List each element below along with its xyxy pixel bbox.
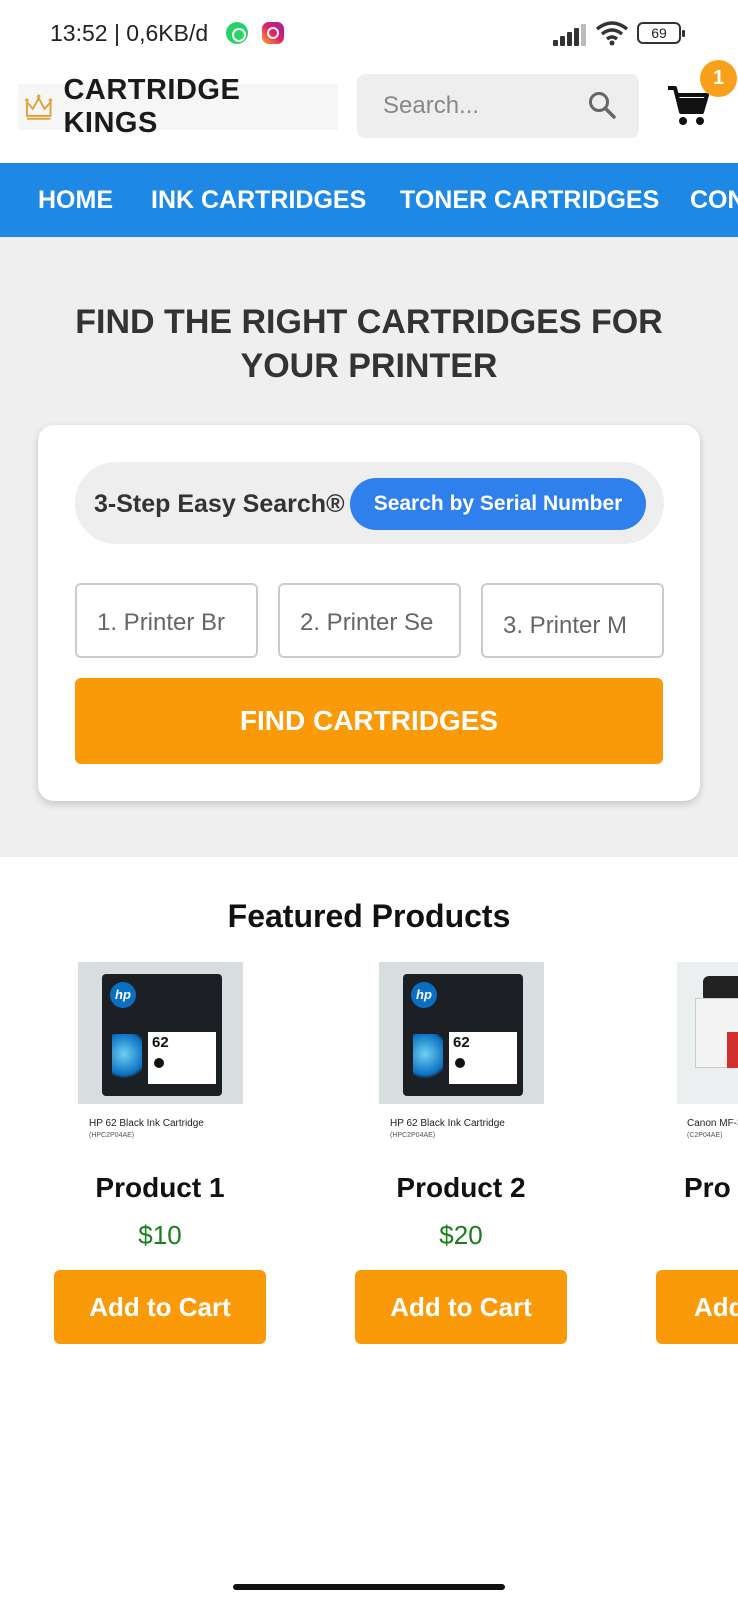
signal-icon bbox=[553, 24, 587, 46]
find-cartridges-button[interactable]: FIND CARTRIDGES bbox=[75, 678, 663, 764]
battery-indicator: 69 bbox=[637, 22, 685, 44]
product-card: hp 62 HP 62 Black Ink Cartridge (HPC2P04… bbox=[54, 962, 314, 1362]
easy-search-label[interactable]: 3-Step Easy Search® bbox=[94, 490, 345, 519]
printer-series-select[interactable]: 2. Printer Se bbox=[278, 583, 461, 658]
canon-label-icon bbox=[727, 1032, 738, 1068]
featured-products-title: Featured Products bbox=[227, 898, 511, 934]
cart-count-badge: 1 bbox=[700, 60, 737, 97]
add-to-cart-button[interactable]: Add to Cart bbox=[355, 1270, 567, 1344]
ink-splash-icon bbox=[112, 1034, 142, 1084]
product-caption: HP 62 Black Ink Cartridge bbox=[390, 1118, 505, 1129]
search-by-serial-button[interactable]: Search by Serial Number bbox=[350, 478, 646, 530]
search-icon[interactable] bbox=[587, 90, 617, 120]
product-name[interactable]: Pro bbox=[684, 1172, 731, 1204]
nav-item-ink-cartridges[interactable]: INK CARTRIDGES bbox=[151, 163, 366, 237]
main-nav: HOME INK CARTRIDGES TONER CARTRIDGES CON bbox=[0, 163, 738, 237]
product-caption: HP 62 Black Ink Cartridge bbox=[89, 1118, 204, 1129]
black-ink-dot-icon bbox=[455, 1058, 465, 1068]
cartridge-package-icon: hp 62 bbox=[102, 974, 222, 1096]
printer-model-select-text: 3. Printer M bbox=[503, 612, 628, 639]
status-time: 13:52 | 0,6KB/d bbox=[50, 20, 209, 46]
product-card: Canon MF-3 (C2P04AE) Pro Add bbox=[656, 962, 738, 1362]
package-label: 62 bbox=[148, 1032, 216, 1084]
product-price: $10 bbox=[138, 1220, 182, 1250]
product-name[interactable]: Product 2 bbox=[355, 1172, 567, 1204]
product-caption: Canon MF-3 bbox=[687, 1118, 738, 1129]
product-sku: (C2P04AE) bbox=[687, 1132, 723, 1139]
cartridge-package-icon: hp 62 bbox=[403, 974, 523, 1096]
package-number: 62 bbox=[152, 1034, 169, 1051]
product-name[interactable]: Product 1 bbox=[54, 1172, 266, 1204]
wifi-icon bbox=[595, 21, 629, 46]
add-to-cart-button[interactable]: Add bbox=[656, 1270, 738, 1344]
search-bar[interactable] bbox=[357, 74, 639, 138]
product-image[interactable] bbox=[677, 962, 738, 1104]
product-sku: (HPC2P04AE) bbox=[89, 1132, 135, 1139]
product-price: $20 bbox=[439, 1220, 483, 1250]
printer-brand-select-text: 1. Printer Br bbox=[97, 609, 226, 636]
product-card: hp 62 HP 62 Black Ink Cartridge (HPC2P04… bbox=[355, 962, 615, 1362]
instagram-icon bbox=[262, 22, 284, 44]
status-bar: 13:52 | 0,6KB/d 69 bbox=[0, 0, 738, 68]
nav-item-home[interactable]: HOME bbox=[38, 163, 113, 237]
product-sku: (HPC2P04AE) bbox=[390, 1132, 436, 1139]
whatsapp-icon bbox=[226, 22, 248, 44]
logo-text: CARTRIDGE KINGS bbox=[63, 74, 241, 139]
product-image[interactable]: hp 62 bbox=[78, 962, 243, 1104]
hero-title: FIND THE RIGHT CARTRIDGES FOR YOUR PRINT… bbox=[75, 303, 663, 385]
package-label: 62 bbox=[449, 1032, 517, 1084]
crown-icon bbox=[25, 94, 53, 120]
printer-model-select[interactable]: 3. Printer M bbox=[481, 583, 664, 658]
nav-item-contact[interactable]: CON bbox=[690, 163, 738, 237]
add-to-cart-button[interactable]: Add to Cart bbox=[54, 1270, 266, 1344]
search-input[interactable] bbox=[383, 92, 583, 120]
nav-item-toner-cartridges[interactable]: TONER CARTRIDGES bbox=[400, 163, 659, 237]
hp-logo-icon: hp bbox=[411, 982, 437, 1008]
home-indicator[interactable] bbox=[233, 1584, 505, 1590]
cart-icon[interactable] bbox=[666, 84, 710, 128]
ink-splash-icon bbox=[413, 1034, 443, 1084]
site-logo[interactable]: CARTRIDGE KINGS bbox=[18, 74, 338, 139]
product-image[interactable]: hp 62 bbox=[379, 962, 544, 1104]
package-number: 62 bbox=[453, 1034, 470, 1051]
hp-logo-icon: hp bbox=[110, 982, 136, 1008]
printer-series-select-text: 2. Printer Se bbox=[300, 609, 434, 636]
printer-brand-select[interactable]: 1. Printer Br bbox=[75, 583, 258, 658]
black-ink-dot-icon bbox=[154, 1058, 164, 1068]
